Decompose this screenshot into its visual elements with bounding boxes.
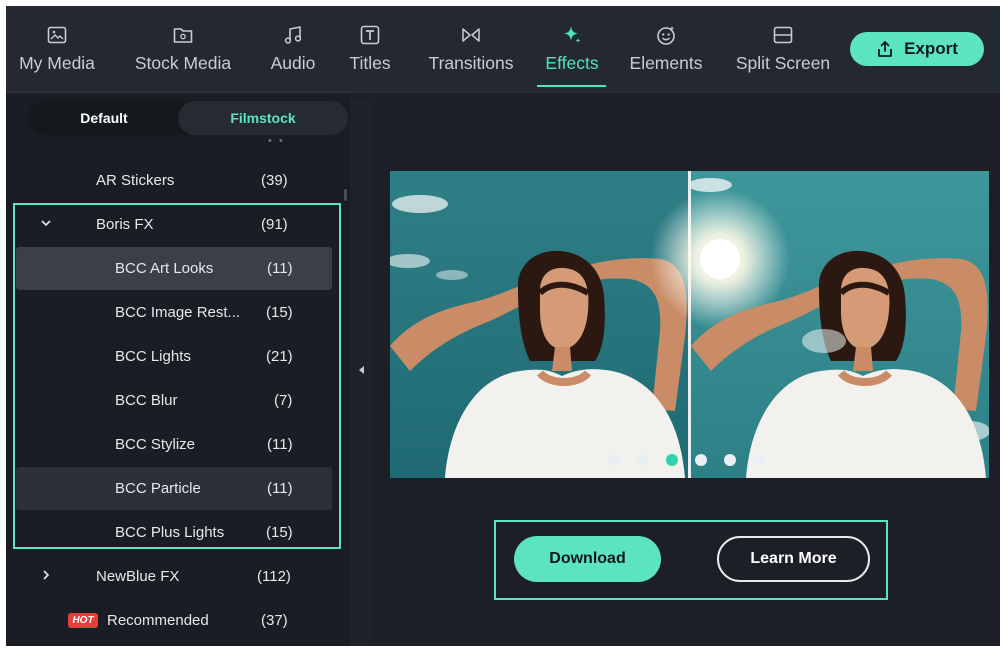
item-count: (21) xyxy=(266,348,293,365)
carousel-dot[interactable] xyxy=(608,454,620,466)
tab-effects[interactable]: Effects xyxy=(534,14,610,90)
tab-split-screen[interactable]: Split Screen xyxy=(724,14,842,90)
tab-label: My Media xyxy=(19,53,95,73)
list-item-bcc-blur[interactable]: BCC Blur (7) xyxy=(16,379,332,422)
item-label: BCC Art Looks xyxy=(115,260,214,277)
list-item-bcc-art-looks[interactable]: BCC Art Looks (11) xyxy=(16,247,332,290)
tab-label: Elements xyxy=(629,53,703,73)
segment-filmstock[interactable]: Filmstock xyxy=(178,101,348,135)
music-note-icon xyxy=(284,26,302,44)
item-label: BCC Plus Lights xyxy=(115,524,225,541)
folder-icon xyxy=(173,28,193,43)
list-scroll-indicator: • • xyxy=(268,135,285,147)
item-count: (11) xyxy=(267,436,293,453)
collapse-panel-arrow-icon[interactable] xyxy=(357,365,365,375)
smiley-icon xyxy=(657,26,675,45)
image-icon xyxy=(47,26,67,44)
hot-badge: HOT xyxy=(68,613,98,628)
list-item-bcc-stylize[interactable]: BCC Stylize (11) xyxy=(16,423,332,466)
item-count: (15) xyxy=(266,304,293,321)
list-item-bcc-image-restoration[interactable]: BCC Image Rest... (15) xyxy=(16,291,332,334)
item-count: (11) xyxy=(267,480,293,497)
tab-titles[interactable]: Titles xyxy=(340,14,400,90)
list-item-boris-fx[interactable]: Boris FX (91) xyxy=(16,203,332,246)
item-label: BCC Lights xyxy=(115,348,191,365)
chevron-right-icon[interactable] xyxy=(40,568,52,582)
before-after-photo xyxy=(390,171,989,478)
effects-sidebar: Default Filmstock • • AR Stickers (39) B… xyxy=(6,93,350,646)
effect-preview-image xyxy=(390,171,989,478)
segment-default[interactable]: Default xyxy=(28,101,180,135)
item-count: (11) xyxy=(267,260,293,277)
list-item-newblue-fx[interactable]: NewBlue FX (112) xyxy=(16,555,332,598)
transition-bowtie-icon xyxy=(462,28,480,42)
tab-label: Split Screen xyxy=(735,53,831,73)
list-item-recommended[interactable]: HOT Recommended (37) xyxy=(16,599,332,642)
top-toolbar: My Media Stock Media Audio Titles Transi… xyxy=(6,6,1000,93)
text-t-icon xyxy=(360,25,380,45)
app-window: My Media Stock Media Audio Titles Transi… xyxy=(6,6,1000,646)
tab-audio[interactable]: Audio xyxy=(258,14,328,90)
item-label: BCC Particle xyxy=(115,480,201,497)
item-label: BCC Image Rest... xyxy=(115,304,241,321)
tab-label: Titles xyxy=(349,53,391,73)
tab-my-media[interactable]: My Media xyxy=(12,14,102,90)
item-count: (7) xyxy=(274,392,293,409)
tab-label: Effects xyxy=(545,53,599,73)
item-count: (39) xyxy=(261,172,288,189)
carousel-dot[interactable] xyxy=(695,454,707,466)
export-button[interactable]: Export xyxy=(850,32,984,66)
upload-icon xyxy=(878,41,892,57)
learn-more-button[interactable]: Learn More xyxy=(717,536,870,582)
carousel-dot[interactable] xyxy=(637,454,649,466)
list-item-bcc-particle[interactable]: BCC Particle (11) xyxy=(16,467,332,510)
chevron-down-icon[interactable] xyxy=(40,216,52,230)
active-tab-indicator xyxy=(537,85,606,87)
sidebar-scrollbar[interactable] xyxy=(344,189,347,201)
list-item-bcc-lights[interactable]: BCC Lights (21) xyxy=(16,335,332,378)
sparkle-icon xyxy=(564,26,581,43)
item-count: (91) xyxy=(261,216,288,233)
tab-label: Stock Media xyxy=(134,53,232,73)
carousel-dot[interactable] xyxy=(724,454,736,466)
item-label: BCC Blur xyxy=(115,392,178,409)
item-count: (37) xyxy=(261,612,288,629)
tab-label: Transitions xyxy=(428,53,514,73)
split-screen-icon xyxy=(773,26,793,44)
item-label: NewBlue FX xyxy=(96,568,180,585)
item-label: AR Stickers xyxy=(96,172,175,189)
item-count: (112) xyxy=(257,568,291,585)
carousel-pagination xyxy=(608,454,765,468)
carousel-dot[interactable] xyxy=(753,454,765,466)
list-item-ar-stickers[interactable]: AR Stickers (39) xyxy=(16,159,332,202)
item-count: (15) xyxy=(266,524,293,541)
tab-elements[interactable]: Elements xyxy=(620,14,712,90)
tab-label: Audio xyxy=(270,53,316,73)
carousel-dot-active[interactable] xyxy=(666,454,678,466)
library-segmented-control: Default Filmstock xyxy=(28,101,348,135)
tab-transitions[interactable]: Transitions xyxy=(418,14,524,90)
list-item-bcc-plus-lights[interactable]: BCC Plus Lights (15) xyxy=(16,511,332,554)
item-label: Recommended xyxy=(107,612,209,629)
item-label: Boris FX xyxy=(96,216,154,233)
export-label: Export xyxy=(904,39,958,58)
item-label: BCC Stylize xyxy=(115,436,196,453)
tab-stock-media[interactable]: Stock Media xyxy=(124,14,242,90)
download-button[interactable]: Download xyxy=(514,536,661,582)
